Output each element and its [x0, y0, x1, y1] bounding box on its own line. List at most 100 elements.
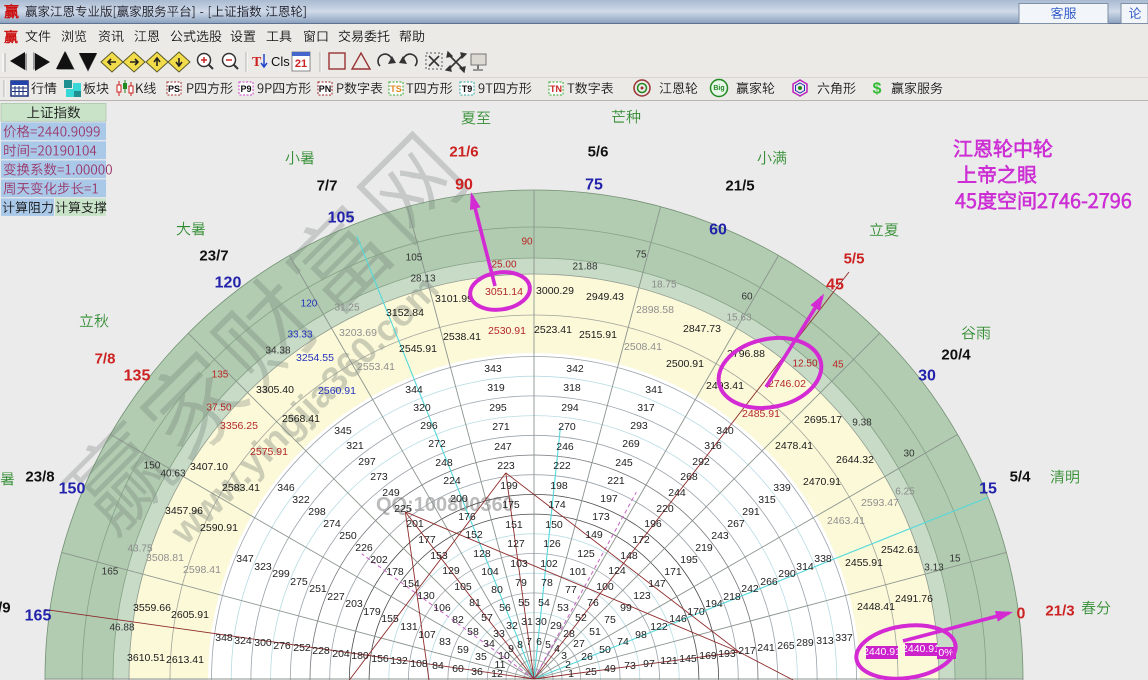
svg-text:151: 151: [505, 519, 523, 531]
svg-text:50: 50: [599, 644, 611, 656]
svg-text:55: 55: [518, 597, 530, 609]
svg-text:33: 33: [493, 628, 505, 640]
svg-text:60: 60: [709, 222, 727, 239]
svg-text:149: 149: [585, 529, 603, 541]
svg-text:20/4: 20/4: [941, 347, 971, 364]
svg-text:21/5: 21/5: [725, 178, 754, 195]
svg-text:241: 241: [757, 642, 775, 654]
svg-text:269: 269: [622, 438, 640, 450]
svg-text:132: 132: [390, 655, 408, 667]
svg-text:295: 295: [489, 402, 507, 414]
svg-text:252: 252: [293, 642, 311, 654]
svg-text:276: 276: [273, 640, 291, 652]
svg-text:2583.41: 2583.41: [222, 482, 260, 494]
svg-text:348: 348: [215, 632, 233, 644]
svg-text:6.25: 6.25: [895, 487, 915, 498]
svg-text:2590.91: 2590.91: [200, 522, 238, 534]
svg-text:152: 152: [465, 529, 483, 541]
svg-text:30: 30: [903, 449, 915, 460]
svg-text:3051.14: 3051.14: [485, 286, 523, 298]
svg-text:45: 45: [832, 360, 844, 371]
svg-text:249: 249: [382, 487, 400, 499]
svg-text:2746.02: 2746.02: [768, 378, 806, 390]
svg-text:98: 98: [635, 629, 647, 641]
svg-text:2568.41: 2568.41: [282, 413, 320, 425]
svg-text:106: 106: [433, 602, 451, 614]
svg-text:217: 217: [738, 645, 756, 657]
svg-text:15: 15: [949, 554, 961, 565]
svg-text:268: 268: [680, 471, 698, 483]
svg-text:275: 275: [290, 576, 308, 588]
svg-text:100: 100: [596, 581, 614, 593]
svg-text:124: 124: [608, 565, 626, 577]
svg-text:3101.99: 3101.99: [435, 293, 473, 305]
svg-text:125: 125: [577, 548, 595, 560]
svg-text:300: 300: [254, 637, 272, 649]
svg-text:2470.91: 2470.91: [803, 476, 841, 488]
svg-text:225: 225: [394, 503, 412, 515]
svg-text:2440.91: 2440.91: [902, 643, 940, 655]
svg-text:12.50: 12.50: [792, 359, 817, 370]
svg-text:2515.91: 2515.91: [579, 329, 617, 341]
svg-text:272: 272: [428, 438, 446, 450]
svg-text:73: 73: [624, 660, 636, 672]
svg-text:2644.32: 2644.32: [836, 454, 874, 466]
svg-text:2949.43: 2949.43: [586, 291, 624, 303]
svg-text:338: 338: [814, 553, 832, 565]
svg-text:15: 15: [979, 481, 997, 498]
svg-text:3: 3: [561, 650, 567, 662]
svg-text:174: 174: [548, 499, 566, 511]
svg-text:3254.55: 3254.55: [296, 352, 334, 364]
svg-text:2542.61: 2542.61: [881, 544, 919, 556]
svg-text:P9: P9: [240, 84, 251, 94]
svg-text:196: 196: [644, 518, 662, 530]
svg-text:178: 178: [386, 566, 404, 578]
svg-text:$: $: [873, 81, 882, 98]
svg-text:313: 313: [816, 635, 834, 647]
svg-text:129: 129: [442, 565, 460, 577]
svg-text:317: 317: [637, 402, 655, 414]
svg-text:Big: Big: [713, 85, 724, 92]
svg-text:246: 246: [556, 441, 574, 453]
svg-text:21: 21: [295, 58, 307, 70]
svg-text:171: 171: [664, 566, 682, 578]
svg-text:346: 346: [277, 482, 295, 494]
svg-text:2493.41: 2493.41: [706, 380, 744, 392]
svg-text:122: 122: [650, 621, 668, 633]
svg-text:76: 76: [587, 597, 599, 609]
svg-text:218: 218: [723, 591, 741, 603]
svg-text:28.13: 28.13: [410, 274, 435, 285]
svg-text:23/7: 23/7: [199, 248, 228, 265]
svg-text:30: 30: [918, 368, 936, 385]
svg-text:90: 90: [455, 177, 473, 194]
svg-text:223: 223: [497, 460, 515, 472]
svg-text:165: 165: [102, 567, 119, 578]
svg-text:221: 221: [607, 475, 625, 487]
svg-text:323: 323: [254, 561, 272, 573]
svg-text:104: 104: [481, 566, 499, 578]
svg-text:248: 248: [435, 457, 453, 469]
svg-text:220: 220: [656, 503, 674, 515]
svg-text:154: 154: [402, 578, 420, 590]
svg-text:90: 90: [521, 237, 533, 248]
svg-text:46.88: 46.88: [109, 623, 134, 634]
svg-text:2545.91: 2545.91: [399, 343, 437, 355]
svg-text:53: 53: [557, 602, 569, 614]
svg-text:172: 172: [632, 534, 650, 546]
svg-text:250: 250: [339, 530, 357, 542]
svg-text:77: 77: [565, 584, 577, 596]
svg-text:199: 199: [500, 480, 518, 492]
svg-text:2448.41: 2448.41: [857, 601, 895, 613]
svg-text:60: 60: [741, 292, 753, 303]
svg-text:156: 156: [371, 653, 389, 665]
svg-text:2575.91: 2575.91: [250, 446, 288, 458]
svg-text:3457.96: 3457.96: [165, 505, 203, 517]
svg-text:60: 60: [452, 663, 464, 675]
svg-text:341: 341: [645, 384, 663, 396]
svg-text:273: 273: [370, 471, 388, 483]
svg-text:274: 274: [323, 518, 341, 530]
svg-text:2440.91: 2440.91: [863, 646, 901, 658]
svg-text:121: 121: [660, 655, 678, 667]
svg-text:51: 51: [589, 626, 601, 638]
svg-text:200: 200: [450, 493, 468, 505]
